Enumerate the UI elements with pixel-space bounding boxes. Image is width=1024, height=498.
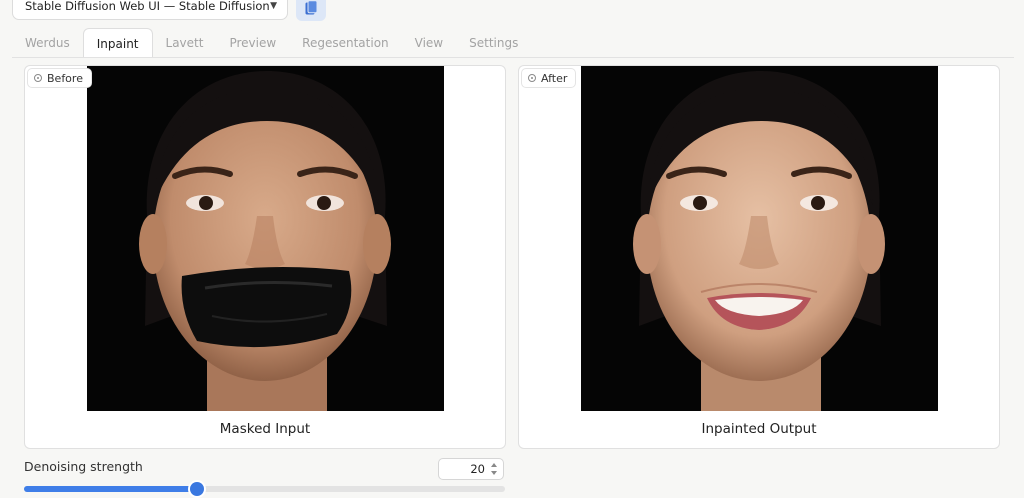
model-select[interactable]: Stable Diffusion Web UI — Stable Diffusi…	[12, 0, 288, 20]
before-tag: Before	[27, 68, 92, 88]
chevron-down-icon: ▼	[270, 1, 277, 11]
masked-input-caption: Masked Input	[219, 421, 311, 437]
tab-preview[interactable]: Preview	[216, 28, 289, 58]
denoising-strength-label: Denoising strength	[24, 459, 143, 474]
tab-divider	[12, 57, 1014, 58]
tab-inpaint[interactable]: Inpaint	[82, 28, 153, 58]
tab-lavett[interactable]: Lavett	[153, 28, 217, 58]
tab-werdus[interactable]: Werdus	[12, 28, 83, 58]
slider-fill	[24, 486, 198, 492]
inpainted-output-image[interactable]	[581, 66, 938, 411]
before-tag-label: Before	[47, 71, 83, 85]
image-icon	[528, 74, 536, 82]
tab-settings[interactable]: Settings	[456, 28, 531, 58]
before-panel: Before Masked Input	[24, 65, 506, 449]
model-select-value: Stable Diffusion Web UI — Stable Diffusi…	[25, 0, 270, 13]
tab-regesentation[interactable]: Regesentation	[289, 28, 401, 58]
after-tag-label: After	[541, 71, 568, 85]
spinner-arrows-icon[interactable]	[491, 463, 498, 475]
denoising-strength-input[interactable]: 20	[438, 458, 504, 480]
tab-view[interactable]: View	[402, 28, 456, 58]
slider-handle[interactable]	[190, 482, 205, 496]
after-panel: After Inpainted Output	[518, 65, 1000, 449]
denoising-strength-slider[interactable]	[24, 482, 505, 496]
inpainted-output-caption: Inpainted Output	[701, 421, 817, 437]
image-icon	[34, 74, 42, 82]
clipboard-icon	[305, 0, 318, 14]
clipboard-button[interactable]	[296, 0, 326, 21]
denoising-strength-value: 20	[470, 462, 485, 476]
masked-input-image[interactable]	[87, 66, 444, 411]
after-tag: After	[521, 68, 577, 88]
tab-bar: Werdus Inpaint Lavett Preview Regesentat…	[12, 28, 531, 58]
